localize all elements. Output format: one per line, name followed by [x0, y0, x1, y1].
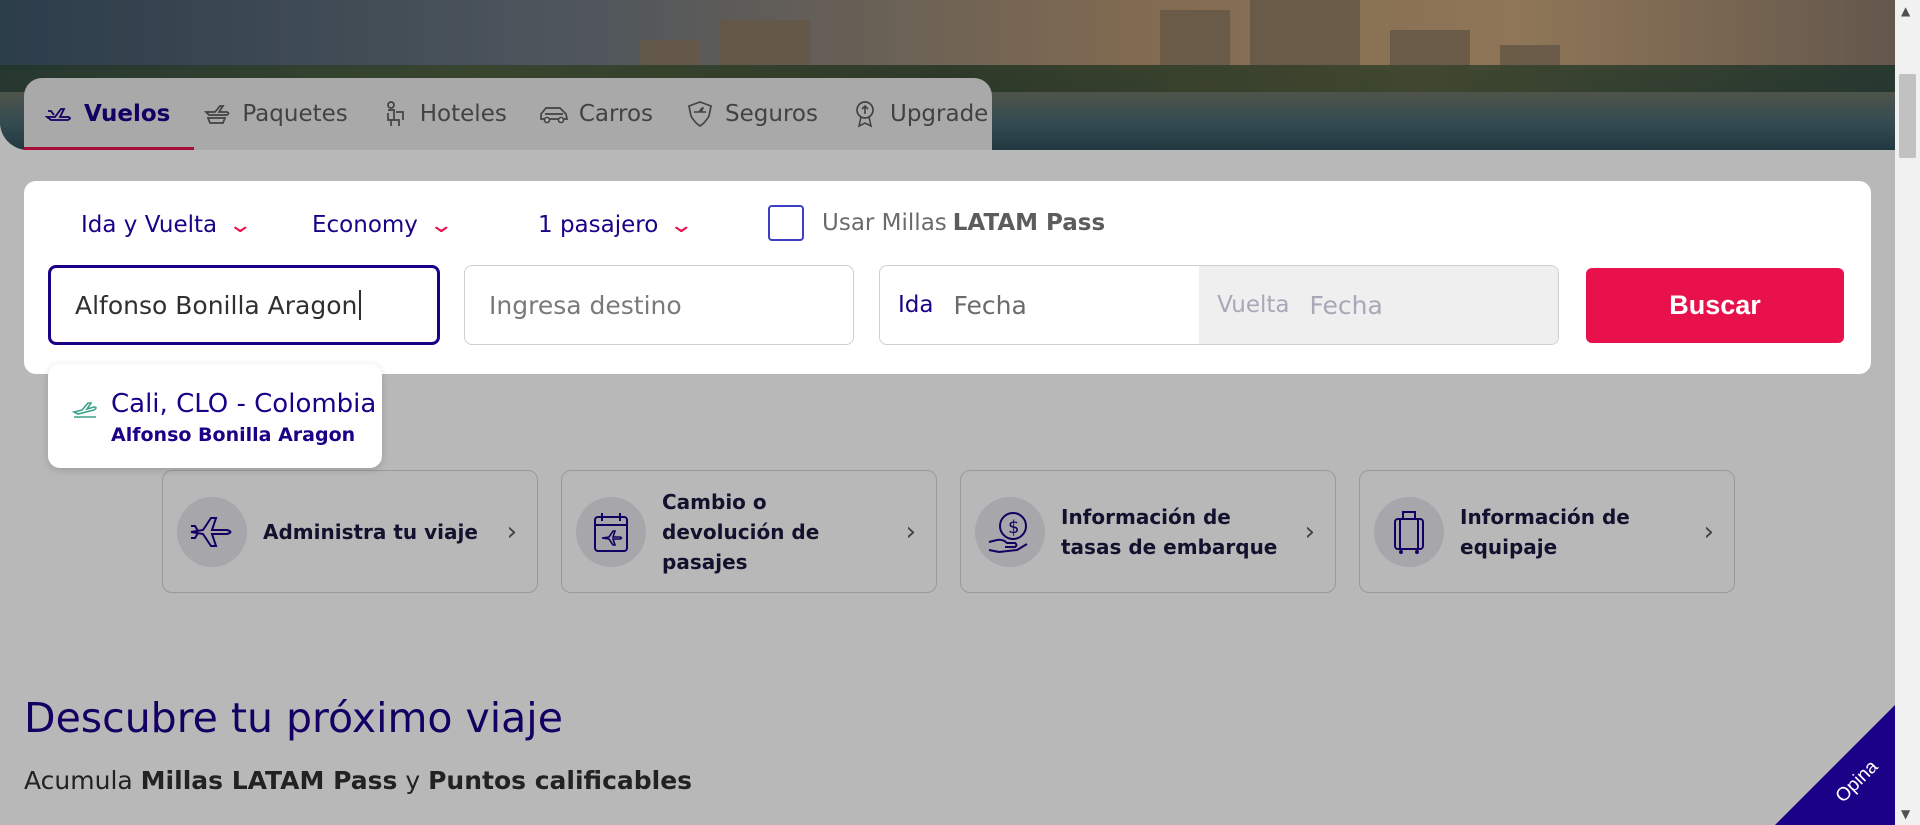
- plane-takeoff-icon: [71, 398, 98, 424]
- chevron-right-icon: ›: [1304, 517, 1315, 547]
- checkbox-box[interactable]: [768, 205, 804, 241]
- destination-input[interactable]: Ingresa destino: [464, 265, 854, 345]
- scroll-down-arrow-icon[interactable]: ▼: [1901, 807, 1910, 821]
- origin-suggestion-item[interactable]: Cali, CLO - Colombia Alfonso Bonilla Ara…: [48, 364, 382, 468]
- passengers-value: 1 pasajero: [538, 212, 659, 238]
- flight-search-card: Ida y Vuelta ⌄ Economy ⌄ 1 pasajero ⌄ Us…: [24, 181, 1871, 374]
- search-button[interactable]: Buscar: [1586, 268, 1844, 343]
- cabin-dropdown[interactable]: Economy ⌄: [312, 205, 454, 245]
- chevron-right-icon: ›: [506, 517, 517, 547]
- tab-hoteles[interactable]: Hoteles: [380, 78, 519, 150]
- cabin-value: Economy: [312, 212, 418, 238]
- hotel-bellhop-icon: [380, 99, 410, 129]
- scroll-up-arrow-icon[interactable]: ▲: [1901, 4, 1910, 18]
- departure-value: Fecha: [953, 290, 1027, 320]
- chevron-down-icon: ⌄: [227, 212, 254, 238]
- shield-icon: [685, 99, 715, 129]
- tab-seguros[interactable]: Seguros: [685, 78, 830, 150]
- discover-subtitle: Acumula Millas LATAM Pass y Puntos calif…: [24, 766, 693, 795]
- chevron-right-icon: ›: [1703, 517, 1714, 547]
- luggage-icon: [1374, 496, 1444, 567]
- tab-carros[interactable]: Carros: [539, 78, 665, 150]
- tab-label: Hoteles: [419, 101, 507, 127]
- tab-label: Upgrade: [889, 101, 989, 127]
- origin-input[interactable]: Alfonso Bonilla Aragon: [48, 265, 440, 345]
- passengers-dropdown[interactable]: 1 pasajero ⌄: [538, 205, 694, 245]
- chevron-down-icon: ⌄: [668, 212, 695, 238]
- quick-link-manage-trip[interactable]: Administra tu viaje ›: [162, 470, 538, 593]
- return-value: Fecha: [1309, 290, 1383, 320]
- departure-label: Ida: [898, 292, 934, 318]
- chevron-down-icon: ⌄: [428, 212, 455, 238]
- product-tabs: Vuelos Paquetes Hoteles Carros Seguros U…: [23, 78, 992, 150]
- text-caret: [359, 290, 362, 320]
- plane-icon: [44, 99, 74, 129]
- money-hand-icon: $: [975, 496, 1045, 567]
- destination-placeholder: Ingresa destino: [489, 290, 682, 320]
- quick-link-boarding-fees[interactable]: $ Información de tasas de embarque ›: [960, 470, 1336, 593]
- quick-link-label: Información de equipaje: [1460, 504, 1630, 559]
- quick-link-baggage[interactable]: Información de equipaje ›: [1359, 470, 1735, 593]
- tab-upgrade[interactable]: Upgrade: [850, 78, 1000, 150]
- package-plane-icon: [202, 99, 232, 129]
- return-date-input[interactable]: Vuelta Fecha: [1199, 266, 1558, 344]
- trip-type-value: Ida y Vuelta: [81, 212, 218, 238]
- feedback-ribbon[interactable]: Opina: [1775, 705, 1895, 825]
- suggestion-title: Cali, CLO - Colombia: [111, 389, 377, 419]
- tab-vuelos[interactable]: Vuelos: [23, 78, 195, 150]
- use-miles-label-bold: LATAM Pass: [952, 210, 1106, 236]
- airplane-icon: [177, 496, 247, 567]
- discover-title: Descubre tu próximo viaje: [24, 694, 563, 742]
- car-icon: [539, 99, 569, 129]
- origin-value: Alfonso Bonilla Aragon: [75, 290, 358, 320]
- quick-link-label: Información de tasas de embarque: [1061, 504, 1278, 559]
- quick-link-label: Cambio o devolución de pasajes: [662, 489, 820, 574]
- tab-paquetes[interactable]: Paquetes: [202, 78, 359, 150]
- tab-label: Vuelos: [84, 101, 171, 127]
- use-miles-label-prefix: Usar Millas: [822, 210, 947, 236]
- dates-field: Ida Fecha Vuelta Fecha: [879, 265, 1559, 345]
- tab-label: Seguros: [725, 101, 818, 127]
- departure-date-input[interactable]: Ida Fecha: [880, 266, 1199, 344]
- chevron-right-icon: ›: [905, 517, 916, 547]
- quick-link-label: Administra tu viaje: [263, 519, 478, 544]
- use-miles-checkbox[interactable]: Usar Millas LATAM Pass: [768, 205, 1105, 241]
- upgrade-badge-icon: [850, 99, 880, 129]
- scrollbar-thumb[interactable]: [1899, 74, 1916, 158]
- trip-type-dropdown[interactable]: Ida y Vuelta ⌄: [81, 205, 254, 245]
- suggestion-subtitle: Alfonso Bonilla Aragon: [111, 424, 356, 446]
- calendar-plane-icon: [576, 496, 646, 567]
- return-label: Vuelta: [1217, 292, 1290, 318]
- tab-label: Carros: [578, 101, 654, 127]
- quick-link-change-refund[interactable]: Cambio o devolución de pasajes ›: [561, 470, 937, 593]
- vertical-scrollbar[interactable]: ▲ ▼: [1895, 0, 1920, 825]
- tab-label: Paquetes: [242, 101, 348, 127]
- svg-text:$: $: [1008, 517, 1019, 538]
